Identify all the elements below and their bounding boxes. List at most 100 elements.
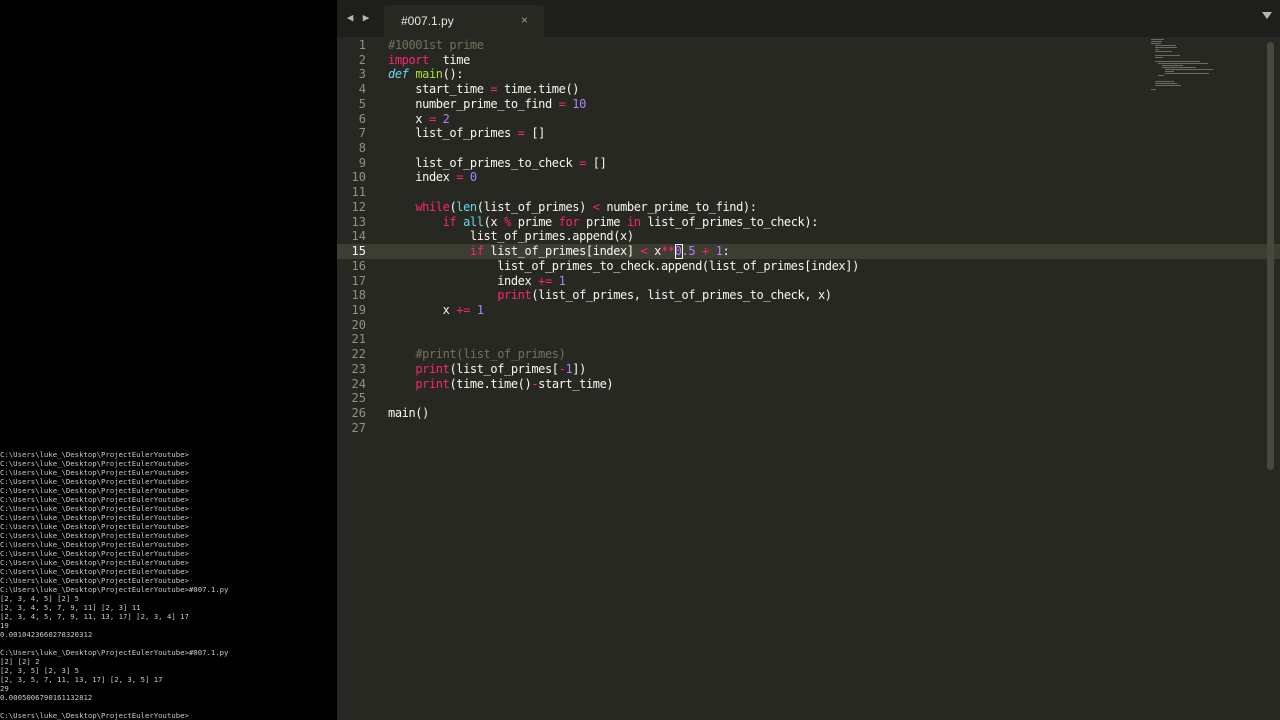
back-arrow-icon[interactable]: ◀ (342, 9, 358, 27)
code-line[interactable]: 21 (337, 332, 1280, 347)
code-line[interactable]: 7 list_of_primes = [] (337, 126, 1280, 141)
code-line[interactable]: 15 if list_of_primes[index] < x**0.5 + 1… (337, 244, 1280, 260)
console-line: [2, 3, 4, 5, 7, 9, 11] [2, 3] 11 (0, 603, 141, 612)
line-number: 22 (351, 347, 366, 362)
code-editor[interactable]: ◀ ▶ #007.1.py × 1 #10001st prime 2 import t… (337, 0, 1280, 720)
code-line[interactable]: 19 x += 1 (337, 303, 1280, 318)
code-line[interactable]: 24 print(time.time()-start_time) (337, 377, 1280, 392)
code-token: number_prime_to_find): (599, 199, 757, 214)
line-number: 26 (351, 406, 366, 420)
code-line[interactable]: 25 (337, 391, 1280, 406)
code-token: if (469, 244, 484, 259)
code-text: list_of_primes.append(x) (388, 229, 634, 244)
code-line[interactable]: 9 list_of_primes_to_check = [] (337, 156, 1280, 171)
code-line[interactable]: 22 #print(list_of_primes) (337, 347, 1280, 362)
console-line: [2, 3, 5, 7, 11, 13, 17] [2, 3, 5] 17 (0, 675, 163, 684)
code-token: list_of_primes_to_check): (640, 214, 819, 229)
code-token: 2 (442, 111, 450, 126)
line-number: 5 (358, 96, 366, 111)
code-token: ]) (572, 361, 586, 376)
code-line[interactable]: 8 (337, 141, 1280, 156)
code-token: = (428, 111, 436, 126)
console-line: C:\Users\luke_\Desktop\ProjectEulerYoutu… (0, 513, 189, 522)
code-line[interactable]: 12 while(len(list_of_primes) < number_pr… (337, 200, 1280, 215)
code-token: (list_of_primes[ (449, 361, 559, 376)
line-number: 6 (358, 111, 366, 126)
console-line: [2, 3, 5] [2, 3] 5 (0, 666, 80, 675)
code-text: x = 2 (388, 111, 450, 127)
code-token: (list_of_primes) (476, 199, 593, 214)
minimap-line (1154, 47, 1178, 48)
code-area[interactable]: 1 #10001st prime 2 import time 3 def main(): 4… (337, 37, 1280, 720)
code-token: index (388, 170, 457, 185)
code-line[interactable]: 17 index += 1 (337, 274, 1280, 289)
line-number: 10 (351, 170, 366, 185)
code-token: len (456, 199, 477, 214)
code-token: print (415, 361, 450, 376)
code-token: 0 (469, 170, 477, 185)
chevron-down-icon[interactable] (1262, 12, 1272, 19)
line-number: 4 (358, 82, 366, 97)
code-line[interactable]: 3 def main(): (337, 67, 1280, 82)
code-line[interactable]: 6 x = 2 (337, 112, 1280, 127)
code-line[interactable]: 20 (337, 318, 1280, 333)
code-token: #print(list_of_primes) (415, 347, 566, 362)
console-line: 0.0010423660278320312 (0, 630, 93, 639)
code-token: + (701, 244, 709, 259)
code-line[interactable]: 11 (337, 185, 1280, 200)
code-token: main() (388, 406, 429, 420)
code-text: number_prime_to_find = 10 (388, 97, 586, 112)
minimap-line (1154, 45, 1177, 46)
code-token: (x (483, 214, 505, 229)
minimap-line (1165, 69, 1214, 70)
close-icon[interactable]: × (521, 13, 528, 27)
code-line[interactable]: 23 print(list_of_primes[-1]) (337, 362, 1280, 377)
minimap-line (1154, 61, 1200, 62)
line-number: 18 (351, 288, 366, 303)
code-token: x (647, 244, 662, 259)
console-line: C:\Users\luke_\Desktop\ProjectEulerYoutu… (0, 504, 189, 513)
minimap-line (1158, 75, 1164, 76)
minimap-line (1158, 63, 1208, 64)
code-line[interactable]: 4 start_time = time.time() (337, 82, 1280, 97)
code-line[interactable]: 16 list_of_primes_to_check.append(list_o… (337, 259, 1280, 274)
code-text: main() (388, 406, 429, 421)
code-token: list_of_primes_to_check.append(list_of_p… (388, 258, 859, 273)
forward-arrow-icon[interactable]: ▶ (358, 9, 374, 27)
minimap[interactable] (1151, 37, 1231, 97)
code-line[interactable]: 13 if all(x % prime for prime in list_of… (337, 215, 1280, 230)
text-cursor (675, 244, 683, 260)
code-line[interactable]: 5 number_prime_to_find = 10 (337, 97, 1280, 112)
code-line[interactable]: 1 #10001st prime (337, 38, 1280, 53)
line-number: 16 (351, 258, 366, 273)
code-line[interactable]: 26 main() (337, 406, 1280, 421)
tab-file[interactable]: #007.1.py × (384, 5, 544, 37)
line-number: 12 (351, 199, 366, 214)
console-window[interactable]: C:\Users\luke_\Desktop\ProjectEulerYoutu… (0, 0, 337, 720)
code-token: ** (661, 244, 675, 259)
code-text: list_of_primes = [] (388, 126, 545, 141)
code-line[interactable]: 14 list_of_primes.append(x) (337, 229, 1280, 244)
code-token: #10001st prime (388, 38, 484, 52)
scrollbar[interactable] (1267, 42, 1274, 470)
line-number: 24 (351, 376, 366, 391)
code-token: import (388, 52, 429, 67)
line-number: 1 (358, 38, 366, 52)
code-line[interactable]: 18 print(list_of_primes, list_of_primes_… (337, 288, 1280, 303)
code-text: print(list_of_primes[-1]) (388, 362, 586, 377)
code-token: list_of_primes.append(x) (388, 229, 634, 244)
code-text: if all(x % prime for prime in list_of_pr… (388, 214, 819, 230)
minimap-line (1165, 71, 1175, 72)
code-line[interactable]: 27 (337, 421, 1280, 436)
code-token: number_prime_to_find (388, 96, 559, 111)
code-token: def (388, 67, 409, 82)
code-text: list_of_primes_to_check.append(list_of_p… (388, 259, 859, 274)
code-token: print (415, 376, 450, 391)
code-line[interactable]: 2 import time (337, 53, 1280, 68)
line-number: 8 (358, 141, 366, 156)
code-line[interactable]: 10 index = 0 (337, 170, 1280, 185)
code-text: #10001st prime (388, 38, 484, 53)
